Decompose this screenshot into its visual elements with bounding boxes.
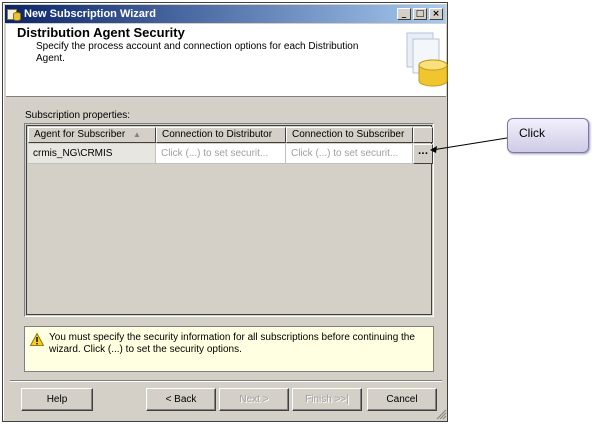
callout-pointer-arrow — [430, 137, 508, 153]
click-callout: Click — [507, 118, 589, 153]
